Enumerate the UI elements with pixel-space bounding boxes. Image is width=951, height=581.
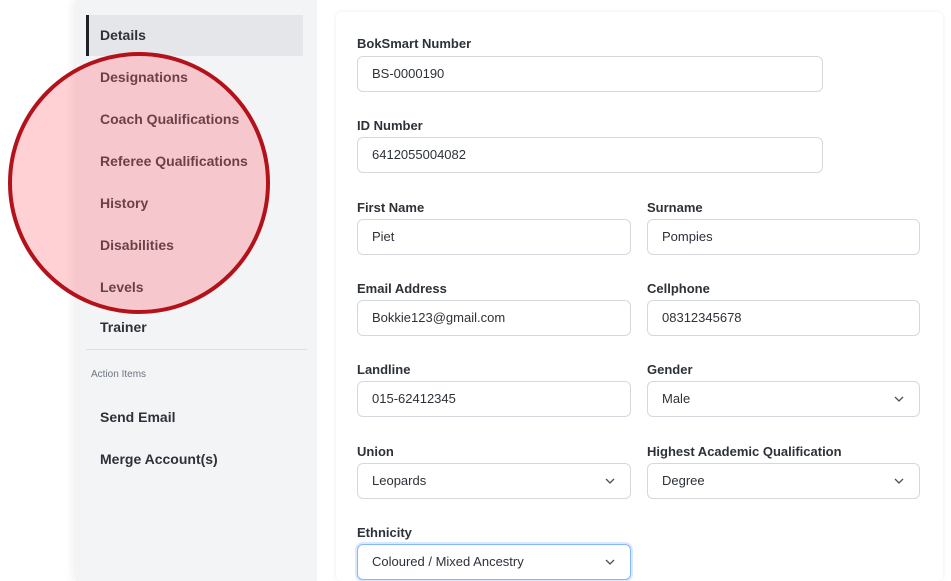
highest-academic-qualification-select[interactable]: Degree (647, 463, 920, 499)
sidebar-action-send-email[interactable]: Send Email (86, 397, 303, 438)
id-number-label: ID Number (357, 118, 423, 133)
id-number-field[interactable]: 6412055004082 (357, 137, 823, 173)
email-address-label: Email Address (357, 281, 447, 296)
boksmart-number-label: BokSmart Number (357, 36, 472, 51)
chevron-down-icon (894, 478, 904, 484)
cellphone-field[interactable]: 08312345678 (647, 300, 920, 336)
ethnicity-select-value: Coloured / Mixed Ancestry (372, 554, 524, 569)
first-name-label: First Name (357, 200, 425, 215)
sidebar: Details Designations Coach Qualification… (76, 0, 317, 581)
cellphone-label: Cellphone (647, 281, 710, 296)
union-select-value: Leopards (372, 473, 427, 488)
union-label: Union (357, 444, 394, 459)
sidebar-item-coach-qualifications[interactable]: Coach Qualifications (86, 99, 303, 140)
chevron-down-icon (894, 396, 904, 402)
sidebar-item-referee-qualifications[interactable]: Referee Qualifications (86, 141, 303, 182)
sidebar-item-designations[interactable]: Designations (86, 57, 303, 98)
union-select[interactable]: Leopards (357, 463, 631, 499)
sidebar-item-trainer[interactable]: Trainer (86, 307, 303, 348)
sidebar-item-history[interactable]: History (86, 183, 303, 224)
boksmart-number-field[interactable]: BS-0000190 (357, 56, 823, 92)
sidebar-item-details[interactable]: Details (86, 15, 303, 56)
email-address-field[interactable]: Bokkie123@gmail.com (357, 300, 631, 336)
ethnicity-label: Ethnicity (357, 525, 412, 540)
gender-label: Gender (647, 362, 693, 377)
surname-label: Surname (647, 200, 703, 215)
landline-field[interactable]: 015-62412345 (357, 381, 631, 417)
gender-select[interactable]: Male (647, 381, 920, 417)
surname-field[interactable]: Pompies (647, 219, 920, 255)
highest-academic-qualification-value: Degree (662, 473, 705, 488)
highest-academic-qualification-label: Highest Academic Qualification (647, 444, 842, 459)
sidebar-item-disabilities[interactable]: Disabilities (86, 225, 303, 266)
sidebar-divider (86, 349, 307, 350)
chevron-down-icon (605, 478, 615, 484)
ethnicity-select[interactable]: Coloured / Mixed Ancestry (357, 544, 631, 580)
landline-label: Landline (357, 362, 411, 377)
sidebar-section-title: Action Items (91, 369, 147, 380)
first-name-field[interactable]: Piet (357, 219, 631, 255)
sidebar-item-levels[interactable]: Levels (86, 267, 303, 308)
details-form-panel: BokSmart Number BS-0000190 ID Number 641… (336, 12, 943, 581)
chevron-down-icon (605, 559, 615, 565)
sidebar-action-merge-accounts[interactable]: Merge Account(s) (86, 439, 303, 480)
gender-select-value: Male (662, 391, 691, 406)
